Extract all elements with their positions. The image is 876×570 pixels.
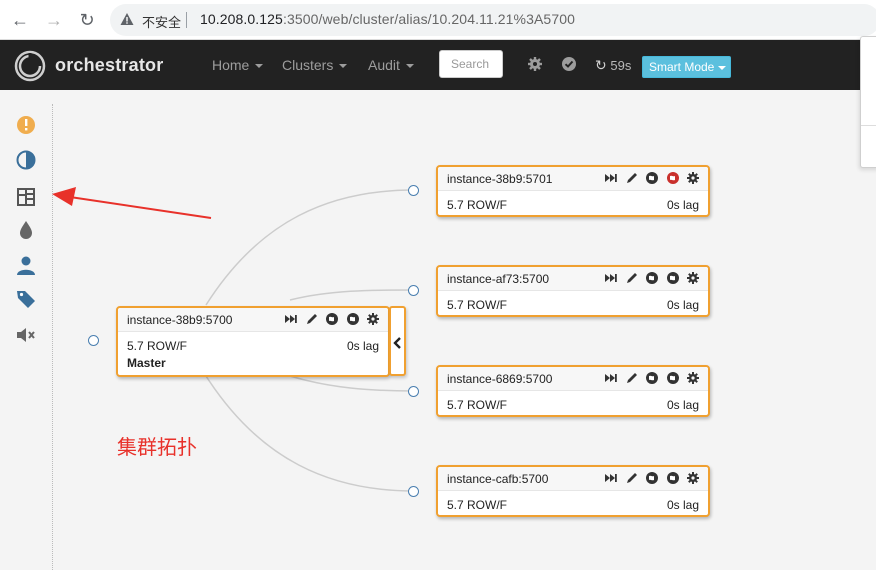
instance-header: instance-38b9:5700 [118,308,388,332]
instance-header: instance-38b9:5701 [438,167,708,191]
globe-icon[interactable] [666,471,680,485]
topology-canvas: instance-38b9:5700 5.7 ROW/F 0s lag Mast… [0,0,876,570]
master-connector-dot[interactable] [88,335,99,346]
fast-forward-icon[interactable] [604,271,618,285]
instance-version: 5.7 ROW/F [447,398,508,412]
instance-name[interactable]: instance-6869:5700 [447,372,552,386]
instance-version: 5.7 ROW/F [127,339,188,353]
instance-toolbar [602,171,700,187]
globe-icon[interactable] [666,371,680,385]
gear-icon[interactable] [686,471,700,485]
instance-version: 5.7 ROW/F [447,498,508,512]
globe-icon[interactable] [325,312,339,326]
replica-instance-box[interactable]: instance-38b9:5701 5.7 ROW/F 0s lag [436,165,710,217]
replica-connector-dot[interactable] [408,486,419,497]
instance-lag: 0s lag [666,398,699,412]
collapse-replicas-button[interactable] [389,306,406,376]
globe-icon[interactable] [645,471,659,485]
instance-header: instance-cafb:5700 [438,467,708,491]
fast-forward-icon[interactable] [604,371,618,385]
annotation-arrow-line [69,196,212,219]
pencil-icon[interactable] [625,471,639,485]
instance-lag: 0s lag [666,198,699,212]
globe-alert-icon[interactable] [666,171,680,185]
instance-lag: 0s lag [666,498,699,512]
replica-connector-dot[interactable] [408,185,419,196]
fast-forward-icon[interactable] [604,171,618,185]
instance-header: instance-6869:5700 [438,367,708,391]
globe-icon[interactable] [346,312,360,326]
link-line [205,189,415,306]
globe-icon[interactable] [645,371,659,385]
link-line [289,375,415,392]
instance-name[interactable]: instance-38b9:5701 [447,172,552,186]
replica-instance-box[interactable]: instance-cafb:5700 5.7 ROW/F 0s lag [436,465,710,517]
gear-icon[interactable] [366,312,380,326]
gear-icon[interactable] [686,371,700,385]
instance-lag: 0s lag [666,298,699,312]
fast-forward-icon[interactable] [604,471,618,485]
pencil-icon[interactable] [625,171,639,185]
instance-toolbar [282,312,380,328]
globe-icon[interactable] [666,271,680,285]
annotation-arrow-head [52,187,76,206]
replica-instance-box[interactable]: instance-af73:5700 5.7 ROW/F 0s lag [436,265,710,317]
fast-forward-icon[interactable] [284,312,298,326]
instance-name[interactable]: instance-af73:5700 [447,272,549,286]
replica-connector-dot[interactable] [408,285,419,296]
instance-version: 5.7 ROW/F [447,298,508,312]
annotation-label: 集群拓扑 [117,435,197,459]
chevron-left-icon [393,336,403,349]
master-instance-box[interactable]: instance-38b9:5700 5.7 ROW/F 0s lag Mast… [116,306,390,377]
instance-toolbar [602,371,700,387]
instance-role: Master [127,356,166,370]
link-line [205,375,415,492]
globe-icon[interactable] [645,171,659,185]
link-line [289,289,415,301]
instance-toolbar [602,471,700,487]
instance-header: instance-af73:5700 [438,267,708,291]
instance-name[interactable]: instance-38b9:5700 [127,313,232,327]
instance-toolbar [602,271,700,287]
instance-name[interactable]: instance-cafb:5700 [447,472,548,486]
globe-icon[interactable] [645,271,659,285]
gear-icon[interactable] [686,271,700,285]
instance-lag: 0s lag [346,339,379,353]
pencil-icon[interactable] [305,312,319,326]
gear-icon[interactable] [686,171,700,185]
instance-version: 5.7 ROW/F [447,198,508,212]
replica-connector-dot[interactable] [408,386,419,397]
replica-instance-box[interactable]: instance-6869:5700 5.7 ROW/F 0s lag [436,365,710,417]
pencil-icon[interactable] [625,371,639,385]
pencil-icon[interactable] [625,271,639,285]
